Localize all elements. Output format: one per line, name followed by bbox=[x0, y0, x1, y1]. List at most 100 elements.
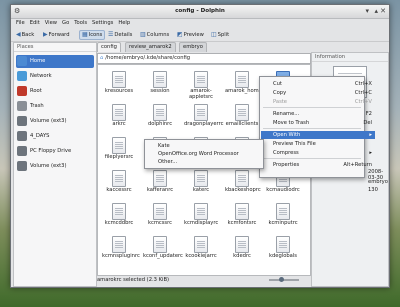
menu-view[interactable]: View bbox=[45, 19, 57, 28]
info-owner: embryo bbox=[368, 179, 388, 185]
places-item-label: Root bbox=[30, 88, 42, 94]
menu-go[interactable]: Go bbox=[62, 19, 69, 28]
context-menu-item[interactable]: Rename... F2 bbox=[261, 110, 375, 118]
back-button[interactable]: ◀Back bbox=[14, 30, 36, 40]
places-item-label: PC Floppy Drive bbox=[30, 148, 72, 154]
text-file-icon bbox=[153, 71, 167, 88]
file-item[interactable]: amarok_homerc bbox=[225, 71, 267, 95]
menu-settings[interactable]: Settings bbox=[92, 19, 113, 28]
file-name: katerc bbox=[192, 187, 210, 193]
details-view-button[interactable]: ☰Details bbox=[106, 30, 134, 40]
places-item[interactable]: Home bbox=[16, 55, 94, 68]
file-item[interactable]: katerc bbox=[184, 170, 218, 194]
places-item-label: Network bbox=[30, 73, 52, 79]
file-item[interactable]: kafferanrc bbox=[143, 170, 177, 194]
context-menu-item[interactable]: Cut Ctrl+X bbox=[261, 80, 375, 88]
columns-view-button[interactable]: ▥Columns bbox=[138, 30, 171, 40]
file-name: dolphinrc bbox=[147, 121, 173, 127]
places-item[interactable]: Volume (ext3) bbox=[16, 160, 94, 173]
info-size: 130 bbox=[368, 187, 378, 193]
context-menu-item[interactable]: Paste Ctrl+V bbox=[261, 98, 375, 106]
file-item[interactable]: kcmcssrc bbox=[143, 203, 177, 227]
zoom-slider-handle[interactable] bbox=[279, 277, 284, 282]
context-menu-item[interactable]: Compress ▸ bbox=[261, 149, 375, 157]
text-file-icon bbox=[153, 203, 167, 220]
toolbar: ◀Back ▶Forward ▦Icons ☰Details ▥Columns … bbox=[11, 29, 389, 42]
file-item[interactable]: kcmdisplayrc bbox=[184, 203, 218, 227]
context-menu-item[interactable]: Properties Alt+Return bbox=[261, 161, 375, 169]
drive-icon bbox=[17, 130, 27, 141]
tab-embryo[interactable]: embryo bbox=[179, 42, 207, 52]
places-item-label: Trash bbox=[30, 103, 44, 109]
context-menu-item[interactable]: Move to Trash Del bbox=[261, 119, 375, 127]
menu-edit[interactable]: Edit bbox=[30, 19, 40, 28]
file-name: amarok-appletsrc bbox=[188, 88, 213, 100]
file-item[interactable]: kbackeshoprc bbox=[225, 170, 261, 194]
file-item[interactable]: kresources bbox=[102, 71, 136, 95]
file-name: kcookiejarrc bbox=[185, 253, 217, 259]
places-item[interactable]: Root bbox=[16, 85, 94, 98]
file-name: kbackeshoprc bbox=[225, 187, 261, 193]
places-item[interactable]: Trash bbox=[16, 100, 94, 113]
forward-button[interactable]: ▶Forward bbox=[41, 30, 72, 40]
text-file-icon bbox=[112, 170, 126, 187]
icons-view-button[interactable]: ▦Icons bbox=[79, 30, 106, 40]
file-item[interactable]: kcmnspluginrc bbox=[102, 236, 140, 260]
details-view-icon: ☰ bbox=[108, 31, 114, 38]
file-item[interactable]: dolphinrc bbox=[143, 104, 177, 128]
file-item[interactable]: kaccessrc bbox=[102, 170, 136, 194]
tab-review-amarok2[interactable]: review_amarok2 bbox=[125, 42, 176, 52]
status-text: amarokrc selected (2.3 KiB) bbox=[97, 277, 170, 283]
file-item[interactable]: kcminputrc bbox=[266, 203, 300, 227]
shortcut-label: Alt+Return bbox=[343, 162, 372, 168]
open-with-item[interactable]: Other... bbox=[146, 158, 274, 166]
tab-config[interactable]: config bbox=[97, 42, 121, 52]
information-header: Information bbox=[312, 53, 388, 62]
file-item[interactable]: kdedrc bbox=[225, 236, 259, 260]
open-with-item[interactable]: Kate bbox=[146, 142, 274, 150]
context-menu-item[interactable]: Preview This File bbox=[261, 140, 375, 148]
file-name: kcmdisplayrc bbox=[184, 220, 219, 226]
file-item[interactable]: fileplyersrc bbox=[102, 137, 136, 161]
split-button[interactable]: ◫Split bbox=[209, 30, 231, 40]
columns-view-icon: ▥ bbox=[140, 31, 146, 38]
file-item[interactable]: kcmcddbrc bbox=[102, 203, 136, 227]
location-bar[interactable]: ⌂/home/embryo/.kde/share/config bbox=[97, 53, 311, 64]
maximize-icon[interactable]: ▴ bbox=[374, 7, 378, 15]
preview-button[interactable]: ◩Preview bbox=[175, 30, 206, 40]
file-item[interactable]: session bbox=[143, 71, 177, 95]
places-item[interactable]: 4_DAYS bbox=[16, 130, 94, 143]
close-icon[interactable]: ✕ bbox=[380, 7, 386, 15]
menu-tools[interactable]: Tools bbox=[74, 19, 87, 28]
file-name: session bbox=[150, 88, 170, 94]
file-item[interactable]: dragonplayerrc bbox=[184, 104, 223, 128]
file-name: kaccessrc bbox=[106, 187, 132, 193]
file-item[interactable]: arkrc bbox=[102, 104, 136, 128]
file-item[interactable]: kcmfontsrc bbox=[225, 203, 259, 227]
places-item[interactable]: PC Floppy Drive bbox=[16, 145, 94, 158]
shortcut-label: Ctrl+V bbox=[354, 99, 372, 105]
file-item[interactable]: kcookiejarrc bbox=[184, 236, 218, 260]
shortcut-label: Del bbox=[363, 120, 372, 126]
file-item[interactable]: emaillclients bbox=[225, 104, 259, 128]
shortcut-label: F2 bbox=[365, 111, 372, 117]
text-file-icon bbox=[276, 236, 290, 253]
file-item[interactable]: kconf_updaterc bbox=[143, 236, 183, 260]
menu-help[interactable]: Help bbox=[118, 19, 130, 28]
context-menu-item[interactable]: Open With ▸ bbox=[261, 131, 375, 139]
tab-bar: config review_amarok2 embryo bbox=[97, 42, 309, 52]
places-item-label: Volume (ext3) bbox=[30, 163, 67, 169]
zoom-slider[interactable] bbox=[269, 277, 299, 282]
places-item[interactable]: Volume (ext3) bbox=[16, 115, 94, 128]
shortcut-label: Ctrl+C bbox=[354, 90, 372, 96]
file-name: arkrc bbox=[112, 121, 126, 127]
file-name: kcminputrc bbox=[268, 220, 298, 226]
text-file-icon bbox=[235, 170, 249, 187]
context-menu-item[interactable]: Copy Ctrl+C bbox=[261, 89, 375, 97]
file-item[interactable]: kdeglobals bbox=[266, 236, 300, 260]
minimize-icon[interactable]: ▾ bbox=[365, 7, 369, 15]
open-with-item[interactable]: OpenOffice.org Word Processor bbox=[146, 150, 274, 158]
places-item[interactable]: Network bbox=[16, 70, 94, 83]
file-item[interactable]: amarok-appletsrc bbox=[184, 71, 218, 100]
menu-file[interactable]: File bbox=[16, 19, 25, 28]
